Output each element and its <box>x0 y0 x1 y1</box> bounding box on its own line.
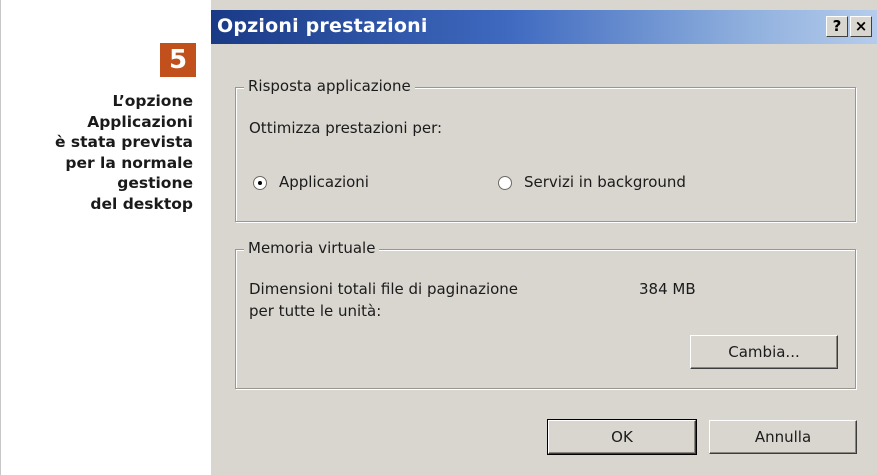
radio-background-services-label[interactable]: Servizi in background <box>524 173 686 191</box>
paging-size-label-line2: per tutte le unità: <box>249 302 382 320</box>
virtual-memory-legend: Memoria virtuale <box>244 239 380 257</box>
cancel-button[interactable]: Annulla <box>709 420 857 454</box>
app-response-legend: Risposta applicazione <box>244 77 415 95</box>
dialog-title: Opzioni prestazioni <box>217 15 428 37</box>
radio-applications[interactable] <box>253 176 267 190</box>
radio-applications-label[interactable]: Applicazioni <box>279 173 369 191</box>
ok-button[interactable]: OK <box>547 419 697 455</box>
change-button[interactable]: Cambia... <box>690 335 838 369</box>
paging-size-value: 384 MB <box>639 280 696 298</box>
paging-size-label-line1: Dimensioni totali file di paginazione <box>249 280 519 298</box>
close-button[interactable]: × <box>850 16 872 37</box>
caption-text: L’opzione Applicazioni è stata prevista … <box>54 92 193 213</box>
virtual-memory-group: Memoria virtuale Dimensioni totali file … <box>235 239 856 389</box>
radio-background-services[interactable] <box>498 176 512 190</box>
title-bar[interactable]: Opzioni prestazioni ? × <box>211 10 877 44</box>
app-response-group: Risposta applicazione Ottimizza prestazi… <box>235 77 856 222</box>
help-button[interactable]: ? <box>826 16 848 37</box>
caption-panel: 5 L’opzione Applicazioni è stata previst… <box>0 0 207 475</box>
performance-options-dialog: Opzioni prestazioni ? × Risposta applica… <box>209 0 877 475</box>
optimize-for-label: Ottimizza prestazioni per: <box>249 119 443 137</box>
step-number-badge: 5 <box>160 43 196 77</box>
